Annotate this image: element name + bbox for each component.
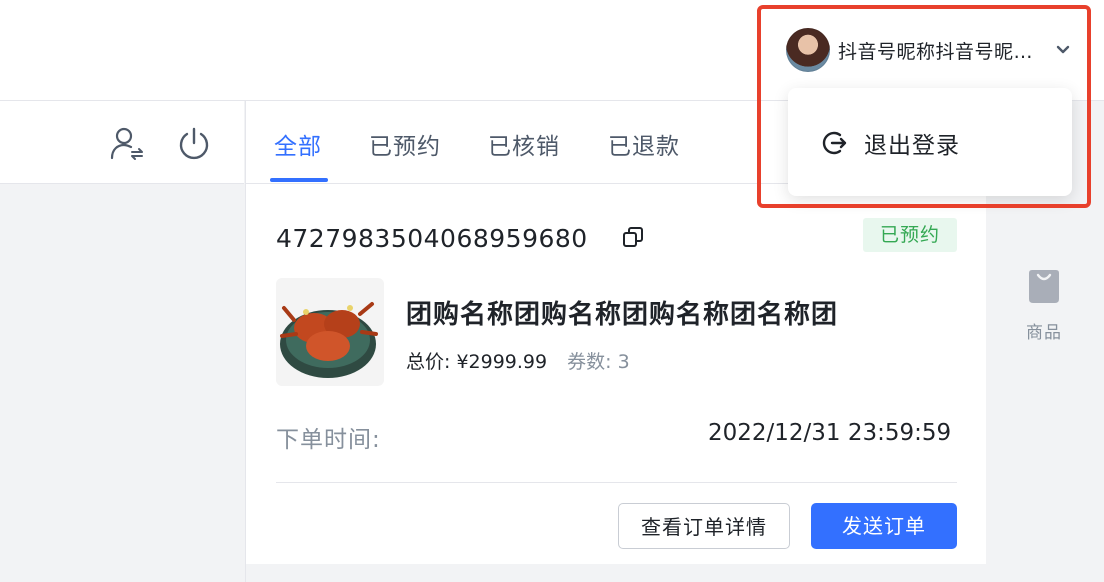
view-order-detail-button[interactable]: 查看订单详情 (618, 503, 790, 549)
chevron-down-icon[interactable] (1056, 45, 1070, 55)
avatar[interactable] (786, 28, 830, 72)
logout-icon (822, 131, 847, 155)
order-time-value: 2022/12/31 23:59:59 (708, 420, 952, 446)
tab-all[interactable]: 全部 (274, 127, 322, 161)
user-dropdown-menu: 退出登录 (788, 88, 1072, 196)
tab-active-indicator (270, 178, 328, 182)
order-card: 4727983504068959680 已预约 团购名称团购名称团购名称团名称团… (246, 184, 986, 564)
logout-menu-item[interactable]: 退出登录 (820, 126, 960, 160)
tab-refunded[interactable]: 已退款 (608, 127, 680, 161)
top-bar: 抖音号昵称抖音号昵称抖音号昵称 (0, 0, 1104, 101)
voucher-label: 券数: (567, 351, 612, 373)
product-image (276, 278, 384, 386)
send-order-button[interactable]: 发送订单 (811, 503, 957, 549)
order-id: 4727983504068959680 (276, 224, 588, 253)
product-name: 团购名称团购名称团购名称团名称团 (406, 300, 839, 330)
rail-item-label[interactable]: 商品 (1026, 318, 1062, 343)
left-panel (0, 101, 244, 582)
price-row: 总价: ¥2999.99 券数: 3 (406, 347, 630, 374)
crab-dish-image (280, 302, 378, 378)
total-price: ¥2999.99 (456, 351, 548, 373)
copy-icon[interactable] (622, 226, 644, 248)
user-switch-icon[interactable] (108, 125, 146, 163)
card-gap (246, 564, 986, 582)
left-toolbar (0, 101, 244, 184)
divider (276, 482, 957, 483)
power-icon[interactable] (175, 125, 213, 163)
tab-verified[interactable]: 已核销 (488, 127, 560, 161)
bag-icon[interactable] (1026, 267, 1062, 305)
user-menu-trigger[interactable]: 抖音号昵称抖音号昵称抖音号昵称 (786, 26, 1070, 74)
voucher-count: 3 (617, 351, 630, 373)
tab-reserved[interactable]: 已预约 (369, 127, 441, 161)
total-price-label: 总价: (406, 351, 451, 373)
status-badge: 已预约 (863, 218, 957, 252)
username[interactable]: 抖音号昵称抖音号昵称抖音号昵称 (838, 37, 1042, 64)
logout-label: 退出登录 (864, 133, 960, 159)
order-time-label: 下单时间: (276, 427, 381, 453)
